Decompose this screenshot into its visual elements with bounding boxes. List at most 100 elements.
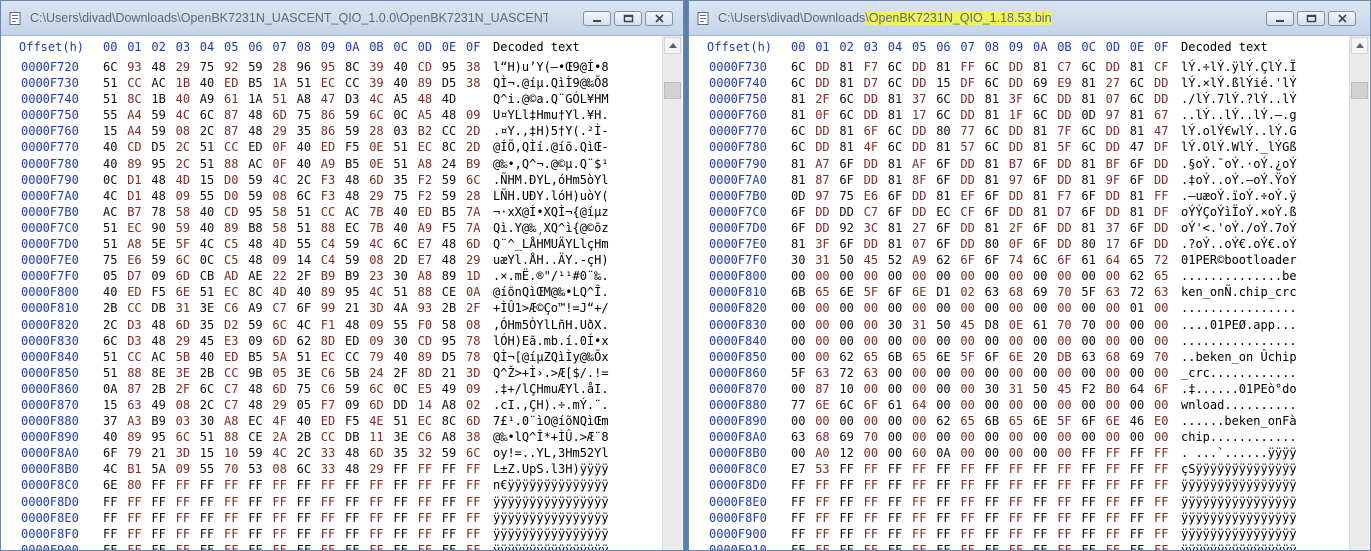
hex-byte[interactable]: 5F	[960, 350, 980, 364]
hex-byte[interactable]: 2C	[297, 446, 317, 460]
hex-byte[interactable]: 6C	[176, 430, 196, 444]
hex-byte[interactable]: 6E	[815, 398, 835, 412]
hex-byte[interactable]: 00	[1154, 366, 1174, 380]
hex-byte[interactable]: 22	[272, 269, 292, 283]
hex-byte[interactable]: 1B	[151, 92, 171, 106]
hex-byte[interactable]: FF	[985, 462, 1005, 476]
hex-byte[interactable]: DD	[1057, 108, 1077, 122]
hex-byte[interactable]: FF	[1081, 478, 1101, 492]
hex-byte[interactable]: ED	[321, 414, 341, 428]
decoded-text[interactable]: 7£¹.0¨ìO@íõNQìŒm	[493, 414, 609, 428]
hex-byte[interactable]: 48	[248, 398, 268, 412]
hex-byte[interactable]: 81	[791, 157, 811, 171]
hex-byte[interactable]: 68	[1009, 285, 1029, 299]
hex-byte[interactable]: 00	[1009, 334, 1029, 348]
maximize-button[interactable]	[614, 11, 642, 26]
hex-byte[interactable]: FF	[936, 543, 956, 550]
hex-byte[interactable]: 09	[466, 382, 486, 396]
hex-byte[interactable]: 3F	[815, 237, 835, 251]
hex-byte[interactable]: FF	[1057, 543, 1077, 550]
hex-byte[interactable]: FF	[200, 543, 220, 550]
hex-byte[interactable]: 38	[466, 76, 486, 90]
hex-byte[interactable]: FF	[248, 543, 268, 550]
hex-byte[interactable]: E7	[418, 237, 438, 251]
hex-byte[interactable]: 15	[103, 398, 123, 412]
hex-byte[interactable]: 00	[1033, 430, 1053, 444]
hex-byte[interactable]: DD	[1106, 140, 1126, 154]
hex-byte[interactable]: 5F	[864, 285, 884, 299]
hex-byte[interactable]: 6C	[1033, 108, 1053, 122]
hex-byte[interactable]: FF	[912, 478, 932, 492]
hex-byte[interactable]: 48	[151, 173, 171, 187]
hex-byte[interactable]: 5F	[1081, 285, 1101, 299]
decoded-text[interactable]: uæYl.ÅH..ÄY.-çH)	[493, 253, 609, 267]
hex-byte[interactable]: 6C	[103, 334, 123, 348]
hex-byte[interactable]: C7	[272, 301, 292, 315]
hex-byte[interactable]: 00	[1033, 398, 1053, 412]
hex-byte[interactable]: 6C	[888, 60, 908, 74]
decoded-text[interactable]: @íõnQìŒM@‰•LQ^Î.	[493, 285, 609, 299]
hex-byte[interactable]: 48	[151, 318, 171, 332]
hex-byte[interactable]: 17	[1106, 237, 1126, 251]
hex-byte[interactable]: 48	[248, 237, 268, 251]
hex-byte[interactable]: 81	[1033, 205, 1053, 219]
hex-byte[interactable]: 69	[1033, 285, 1053, 299]
hex-byte[interactable]: 00	[1057, 430, 1077, 444]
hex-byte[interactable]: 00	[912, 269, 932, 283]
hex-byte[interactable]: FF	[224, 543, 244, 550]
hex-byte[interactable]: 00	[912, 334, 932, 348]
hex-byte[interactable]: 81	[1130, 205, 1150, 219]
hex-byte[interactable]: F3	[321, 173, 341, 187]
hex-byte[interactable]: FF	[864, 543, 884, 550]
hex-byte[interactable]: 87	[815, 382, 835, 396]
hex-byte[interactable]: FF	[176, 495, 196, 509]
hex-byte[interactable]: DD	[839, 205, 859, 219]
hex-byte[interactable]: 00	[815, 414, 835, 428]
hex-byte[interactable]: D1	[127, 173, 147, 187]
hex-byte[interactable]: FF	[985, 495, 1005, 509]
title-bar[interactable]: C:\Users\divad\Downloads\OpenBK7231N_UAS…	[1, 1, 683, 36]
hex-byte[interactable]: 5B	[176, 350, 196, 364]
hex-byte[interactable]: A8	[297, 92, 317, 106]
hex-byte[interactable]: 28	[272, 60, 292, 74]
hex-byte[interactable]: E9	[1057, 76, 1077, 90]
hex-byte[interactable]: D1	[127, 189, 147, 203]
hex-byte[interactable]: 00	[839, 414, 859, 428]
hex-byte[interactable]: 40	[200, 221, 220, 235]
hex-byte[interactable]: FF	[369, 511, 389, 525]
hex-byte[interactable]: FF	[1057, 511, 1077, 525]
hex-byte[interactable]: 00	[960, 398, 980, 412]
hex-byte[interactable]: 78	[466, 350, 486, 364]
hex-byte[interactable]: 81	[936, 140, 956, 154]
hex-byte[interactable]: 00	[1009, 301, 1029, 315]
hex-byte[interactable]: 31	[176, 301, 196, 315]
hex-byte[interactable]: 59	[345, 382, 365, 396]
hex-byte[interactable]: FF	[960, 527, 980, 541]
maximize-button[interactable]	[1297, 11, 1325, 26]
hex-byte[interactable]: 97	[815, 189, 835, 203]
hex-byte[interactable]: 95	[151, 430, 171, 444]
hex-byte[interactable]: 6F	[985, 350, 1005, 364]
hex-byte[interactable]: 51	[297, 205, 317, 219]
hex-byte[interactable]: FF	[791, 495, 811, 509]
hex-byte[interactable]: 81	[791, 108, 811, 122]
hex-byte[interactable]: 59	[151, 108, 171, 122]
hex-byte[interactable]: DD	[815, 205, 835, 219]
hex-byte[interactable]: 3D	[176, 446, 196, 460]
decoded-text[interactable]: LÑH.UÐY.lóH)uòY(	[493, 189, 609, 203]
hex-byte[interactable]: 4E	[369, 414, 389, 428]
hex-byte[interactable]: 81	[985, 108, 1005, 122]
hex-byte[interactable]: 00	[1106, 366, 1126, 380]
hex-byte[interactable]: 77	[960, 124, 980, 138]
hex-byte[interactable]: 7B	[369, 205, 389, 219]
hex-byte[interactable]: FF	[151, 478, 171, 492]
hex-byte[interactable]: FF	[1130, 495, 1150, 509]
hex-byte[interactable]: FF	[1130, 446, 1150, 460]
hex-byte[interactable]: 31	[1009, 382, 1029, 396]
hex-byte[interactable]: 00	[1130, 334, 1150, 348]
hex-byte[interactable]: FF	[791, 527, 811, 541]
hex-byte[interactable]: 6E	[103, 478, 123, 492]
hex-byte[interactable]: 6C	[200, 108, 220, 122]
hex-byte[interactable]: 6F	[1081, 414, 1101, 428]
decoded-text[interactable]: ÿÿÿÿÿÿÿÿÿÿÿÿÿÿÿÿ	[1181, 527, 1297, 541]
